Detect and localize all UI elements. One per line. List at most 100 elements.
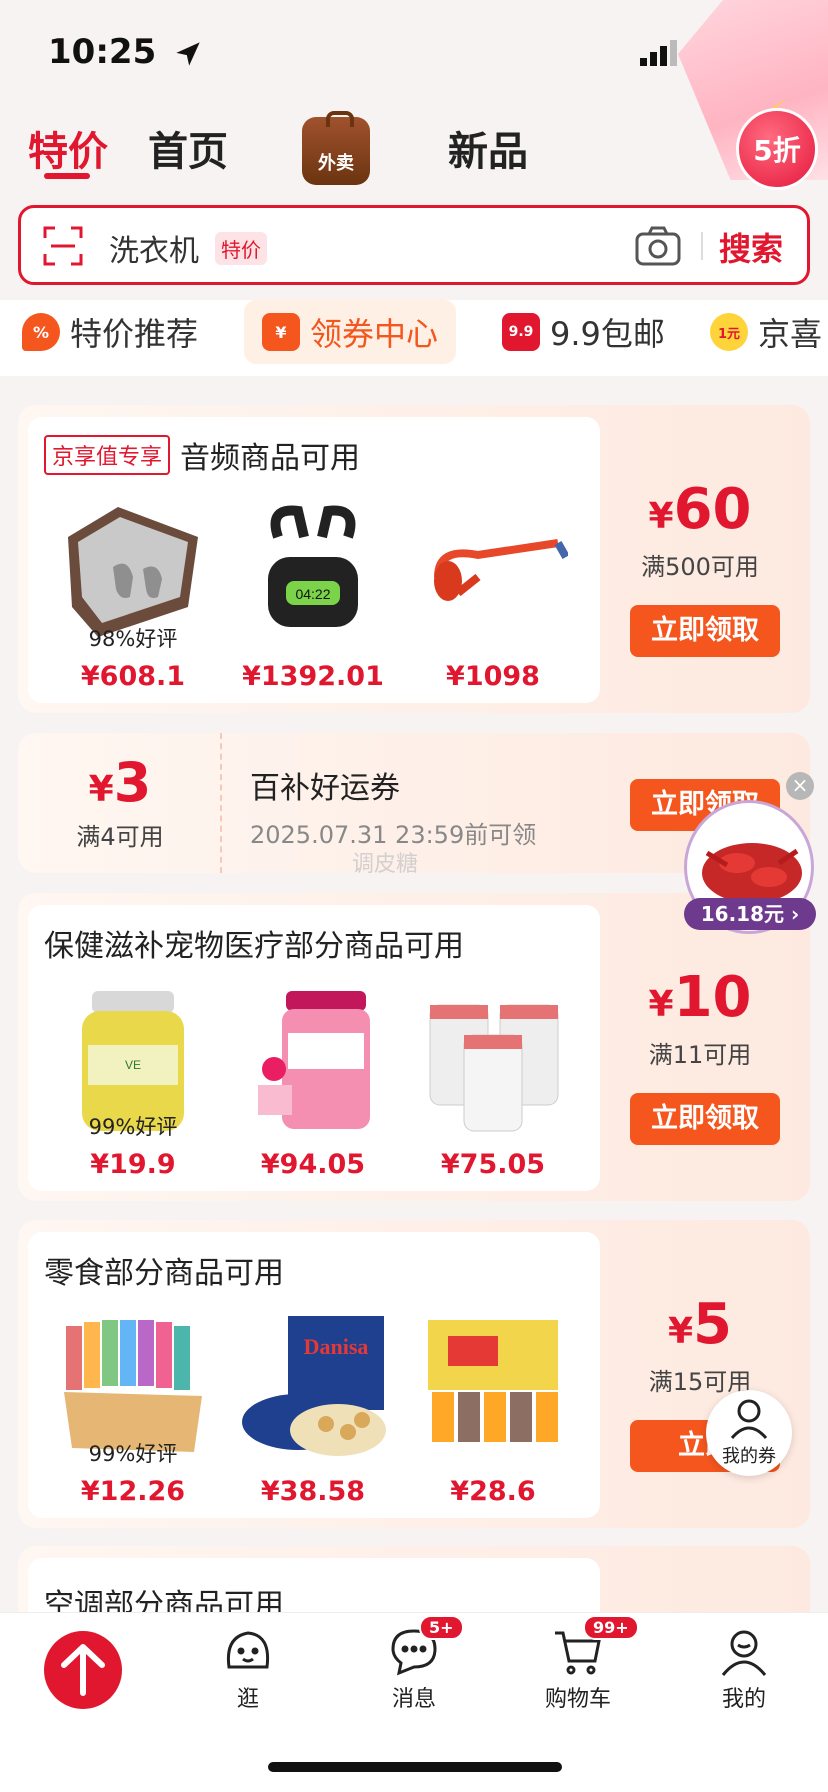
coupon-ticket-icon: ¥	[262, 313, 300, 351]
home-indicator	[268, 1762, 562, 1772]
price-tag-icon: 9.9	[502, 313, 540, 351]
claim-coupon-button[interactable]: 立即领取	[630, 1093, 780, 1145]
message-badge: 5+	[419, 1615, 464, 1640]
product-image-earbuds-case: 98%好评	[58, 497, 208, 651]
product-price: ¥19.9	[90, 1149, 176, 1180]
cart-badge: 99+	[583, 1615, 639, 1640]
coupon-amount-value: 60	[673, 477, 752, 542]
product-item[interactable]: ¥94.05	[228, 985, 398, 1180]
my-coupons-label: 我的券	[722, 1446, 776, 1467]
active-tab-indicator	[44, 173, 90, 179]
nav-label: 消息	[391, 1687, 436, 1712]
product-image-pink-supplement-jar	[238, 985, 388, 1135]
floating-ad-price-text: 16.18元	[700, 902, 785, 926]
watermark: 调皮糖	[352, 852, 419, 877]
scan-icon[interactable]	[43, 226, 83, 266]
category-coupon-center[interactable]: ¥ 领券中心	[244, 300, 457, 364]
search-bar[interactable]: 洗衣机 特价 搜索	[18, 205, 810, 285]
product-image-butter-cookies-tin: Danisa	[238, 1312, 388, 1462]
claim-coupon-button[interactable]: 立即领取	[630, 605, 780, 657]
svg-text:VE: VE	[125, 1058, 141, 1072]
coupon-deadline: 2025.07.31 23:59前可领	[250, 821, 537, 849]
product-image-vitamin-e-bottle: VE 99%好评	[58, 985, 208, 1139]
camera-icon[interactable]	[635, 226, 681, 266]
coupon-products-panel: 保健滋补宠物医疗部分商品可用 VE 99%好评 ¥19.9 ¥94.05 ¥75…	[28, 905, 600, 1191]
shopping-cart-icon: 99+	[553, 1615, 639, 1677]
category-free-shipping[interactable]: 9.9 9.9包邮	[502, 300, 665, 364]
product-item[interactable]: ¥1098	[408, 497, 578, 692]
nav-label: 购物车	[544, 1687, 611, 1712]
nav-messages[interactable]: 5+ 消息	[364, 1615, 464, 1713]
nav-cart[interactable]: 99+ 购物车	[528, 1615, 639, 1713]
search-divider	[701, 232, 703, 260]
coupon-card-audio: 京享值专享 音频商品可用 98%好评 ¥608.1 04:22 ¥1392.01…	[18, 405, 810, 713]
user-icon	[730, 1399, 768, 1440]
flame-percent-icon: %	[22, 313, 60, 351]
product-image-open-earbuds: 04:22	[238, 497, 388, 647]
coupon-title-text: 零食部分商品可用	[44, 1256, 284, 1291]
exclusive-tag: 京享值专享	[44, 435, 171, 475]
small-coupon-amount-panel: ¥3 满4可用	[18, 733, 222, 873]
tab-special-price[interactable]: 特价	[28, 119, 108, 177]
back-to-top-button[interactable]	[44, 1631, 122, 1709]
tab-new-products[interactable]: 新品	[448, 119, 528, 177]
product-image-vitamin-c-bottles	[418, 985, 568, 1135]
profile-icon	[719, 1627, 769, 1677]
close-icon[interactable]: ×	[786, 772, 814, 800]
coupon-title-text: 音频商品可用	[180, 441, 361, 476]
coupon-products-panel: 零食部分商品可用 99%好评 ¥12.26 Danisa ¥38.58 ¥28.…	[28, 1232, 600, 1518]
category-label: 特价推荐	[70, 315, 199, 353]
product-rating: 99%好评	[88, 1115, 178, 1139]
search-tag: 特价	[215, 232, 267, 265]
one-yuan-badge-icon: 1元	[710, 313, 748, 351]
product-image-crackers: 99%好评	[58, 1312, 208, 1466]
product-price: ¥38.58	[260, 1476, 366, 1507]
my-coupons-button[interactable]: 我的券	[706, 1390, 792, 1476]
coupon-card-snacks: 零食部分商品可用 99%好评 ¥12.26 Danisa ¥38.58 ¥28.…	[18, 1220, 810, 1528]
coupon-title-text: 保健滋补宠物医疗部分商品可用	[44, 929, 464, 964]
product-price: ¥608.1	[80, 661, 186, 692]
floating-ad-price[interactable]: 16.18元 ›	[684, 898, 816, 930]
arrow-up-icon	[61, 1644, 105, 1696]
coupon-amount: ¥5	[667, 1292, 733, 1357]
product-item[interactable]: ¥75.05	[408, 985, 578, 1180]
nav-profile[interactable]: 我的	[694, 1627, 794, 1713]
tab-home[interactable]: 首页	[148, 119, 228, 177]
product-price: ¥94.05	[260, 1149, 366, 1180]
coupon-amount: ¥10	[648, 965, 752, 1030]
category-special-recommend[interactable]: % 特价推荐	[22, 300, 198, 364]
search-input[interactable]: 洗衣机	[109, 226, 199, 270]
product-image-snack-gift-box	[418, 1312, 568, 1462]
tab-takeout[interactable]: 外卖	[302, 111, 370, 185]
coupon-amount: ¥3	[88, 751, 152, 814]
product-item[interactable]: 99%好评 ¥12.26	[48, 1312, 218, 1507]
category-row: % 特价推荐 ¥ 领券中心 9.9 9.9包邮 1元 京喜	[0, 300, 828, 376]
product-price: ¥12.26	[80, 1476, 186, 1507]
takeout-label: 外卖	[318, 153, 354, 174]
top-nav: 特价 首页 外卖 新品	[0, 105, 828, 195]
coupon-title: 京享值专享 音频商品可用	[44, 433, 360, 477]
cellular-signal-icon	[640, 40, 677, 66]
product-item[interactable]: 98%好评 ¥608.1	[48, 497, 218, 692]
svg-text:04:22: 04:22	[295, 586, 330, 602]
product-price: ¥28.6	[450, 1476, 536, 1507]
product-item[interactable]: VE 99%好评 ¥19.9	[48, 985, 218, 1180]
product-item[interactable]: Danisa ¥38.58	[228, 1312, 398, 1507]
coupon-amount-value: 3	[113, 751, 152, 814]
category-jingxi[interactable]: 1元 京喜	[710, 300, 822, 364]
product-item[interactable]: 04:22 ¥1392.01	[228, 497, 398, 692]
coupon-condition: 满11可用	[648, 1041, 752, 1069]
product-price: ¥75.05	[440, 1149, 546, 1180]
browse-face-icon	[223, 1627, 273, 1677]
svg-text:Danisa: Danisa	[304, 1334, 369, 1359]
coupon-amount-value: 5	[693, 1292, 733, 1357]
product-rating: 98%好评	[88, 627, 178, 651]
search-button[interactable]: 搜索	[719, 224, 783, 270]
product-item[interactable]: ¥28.6	[408, 1312, 578, 1507]
category-label: 领券中心	[310, 315, 439, 353]
product-rating: 99%好评	[88, 1442, 178, 1466]
coupon-amount-value: 10	[673, 965, 752, 1030]
nav-browse[interactable]: 逛	[198, 1627, 298, 1713]
coupon-title: 保健滋补宠物医疗部分商品可用	[44, 921, 464, 965]
category-label: 京喜	[758, 315, 823, 353]
